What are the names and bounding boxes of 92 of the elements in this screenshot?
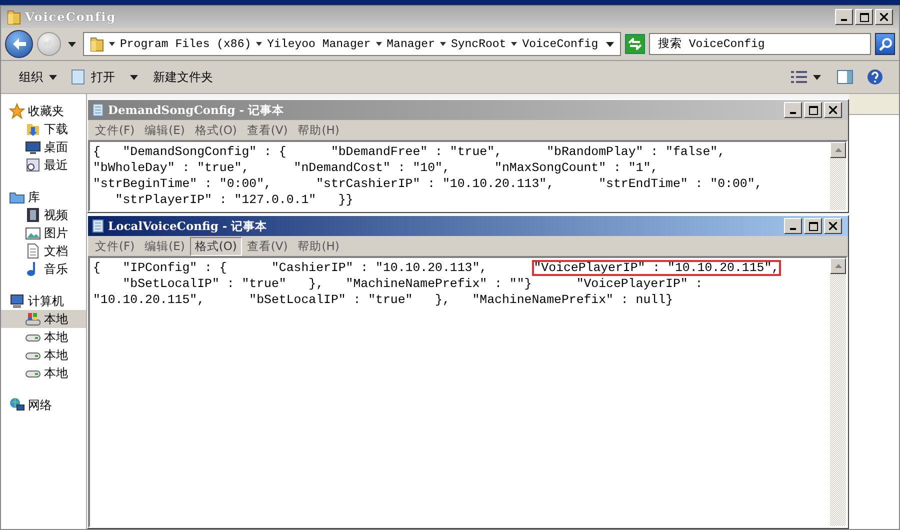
recent-places-icon [25,157,41,173]
menu-item[interactable]: 编辑(E) [140,120,190,140]
open-button[interactable]: 打开 [69,66,117,88]
menu-item[interactable]: 格式(O) [190,120,242,140]
sidebar-item[interactable]: 下载 [1,120,86,138]
sidebar-item[interactable]: 音乐 [1,260,86,278]
breadcrumb[interactable]: VoiceConfig [522,38,598,50]
menu-item[interactable]: 查看(V) [242,120,293,140]
sidebar-item[interactable]: 库 [1,188,86,206]
menu-item[interactable]: 文件(F) [90,236,140,256]
text-line: { "DemandSongConfig" : { "bDemandFree" : "true", "bRandomPlay" : "false", [93,145,726,159]
menu-item[interactable]: 格式(O) [190,236,242,256]
back-button[interactable] [5,30,33,58]
sidebar-item[interactable]: 收藏夹 [1,102,86,120]
window-title: DemandSongConfig - 记事本 [108,102,284,118]
search-field[interactable]: 搜索 VoiceConfig [649,33,871,55]
text-line: "strBeginTime" : "0:00", "strCashierIP" : "10.10.20.113", "strEndTime" : "0:00", [93,177,762,191]
breadcrumb[interactable]: Manager [386,38,435,50]
sidebar-item[interactable]: 图片 [1,224,86,242]
folder-icon [7,9,21,25]
help-icon[interactable] [867,69,883,85]
text-line: "10.10.20.115", "bSetLocalIP" : "true" }, "MachineNamePrefix" : null} [93,293,673,307]
sidebar-item[interactable]: 最近 [1,156,86,174]
window-title: LocalVoiceConfig - 记事本 [108,218,268,234]
organize-button[interactable]: 组织 [17,66,59,88]
folder-icon [90,36,104,52]
download-folder-icon [25,121,41,137]
scrollbar[interactable] [830,142,846,210]
minimize-button[interactable] [835,9,853,25]
preview-pane-icon[interactable] [837,70,853,84]
close-icon [880,13,888,21]
sidebar-item[interactable]: 本地 [1,346,86,364]
refresh-button[interactable] [625,34,645,54]
sidebar-item[interactable]: 桌面 [1,138,86,156]
close-button[interactable] [824,102,842,118]
up-arrow-icon [834,264,842,268]
list-view-icon [791,71,807,83]
notepad-icon [71,69,85,85]
sidebar-item[interactable]: 文档 [1,242,86,260]
new-folder-button[interactable]: 新建文件夹 [151,66,215,88]
notepad-icon [92,103,104,117]
scrollbar[interactable] [830,258,846,526]
menu-item[interactable]: 编辑(E) [140,236,190,256]
breadcrumb[interactable]: SyncRoot [450,38,506,50]
sidebar-item[interactable]: 视频 [1,206,86,224]
close-icon [829,106,837,114]
star-icon [9,103,25,119]
minimize-button[interactable] [784,102,802,118]
menu-item[interactable]: 文件(F) [90,120,140,140]
sidebar-item[interactable]: 本地 [1,328,86,346]
breadcrumb[interactable]: Program Files (x86) [120,38,252,50]
close-button[interactable] [875,9,893,25]
sidebar-item[interactable]: 网络 [1,396,86,414]
maximize-icon [808,222,818,230]
monitor-icon [25,139,41,155]
sidebar-item[interactable]: 本地 [1,310,86,328]
maximize-button[interactable] [804,102,822,118]
sidebar-item[interactable]: 计算机 [1,292,86,310]
maximize-button[interactable] [855,9,873,25]
scroll-up-button[interactable] [830,142,846,158]
close-icon [829,222,837,230]
search-icon [878,38,892,50]
window-title: VoiceConfig [25,10,116,24]
minimize-button[interactable] [784,218,802,234]
close-button[interactable] [824,218,842,234]
picture-icon [25,225,41,241]
menu-item[interactable]: 帮助(H) [292,236,344,256]
view-options-button[interactable] [789,68,823,86]
maximize-icon [860,12,868,22]
menu-item[interactable]: 帮助(H) [292,120,344,140]
search-button[interactable] [875,33,895,55]
maximize-icon [808,106,818,114]
maximize-button[interactable] [804,218,822,234]
system-drive-icon [25,311,41,327]
menu-item[interactable]: 查看(V) [242,236,293,256]
network-icon [9,397,25,413]
scroll-up-button[interactable] [830,258,846,274]
notepad-icon [92,219,104,233]
document-icon [25,243,41,259]
refresh-icon [628,38,642,50]
text-line: "bSetLocalIP" : "true" }, "MachineNamePrefix" : ""} "VoicePlayerIP" : [122,277,703,291]
text-line: "strPlayerIP" : "127.0.0.1" }} [114,193,354,207]
highlighted-text: "VoicePlayerIP" : "10.10.20.115", [532,260,782,276]
left-arrow-icon [12,38,26,50]
sidebar-item[interactable]: 本地 [1,364,86,382]
breadcrumb[interactable]: Yileyoo Manager [267,38,371,50]
address-field[interactable]: Program Files (x86) Yileyoo Manager Manager SyncRoot VoiceConfig [83,32,621,56]
text-line: "bWholeDay" : "true", "nDemandCost" : "10", "nMaxSongCount" : "1", [93,161,658,175]
computer-icon [9,293,25,309]
up-arrow-icon [834,148,842,152]
text-line: { "IPConfig" : { "CashierIP" : "10.10.20.113", [93,261,488,275]
film-icon [25,207,41,223]
